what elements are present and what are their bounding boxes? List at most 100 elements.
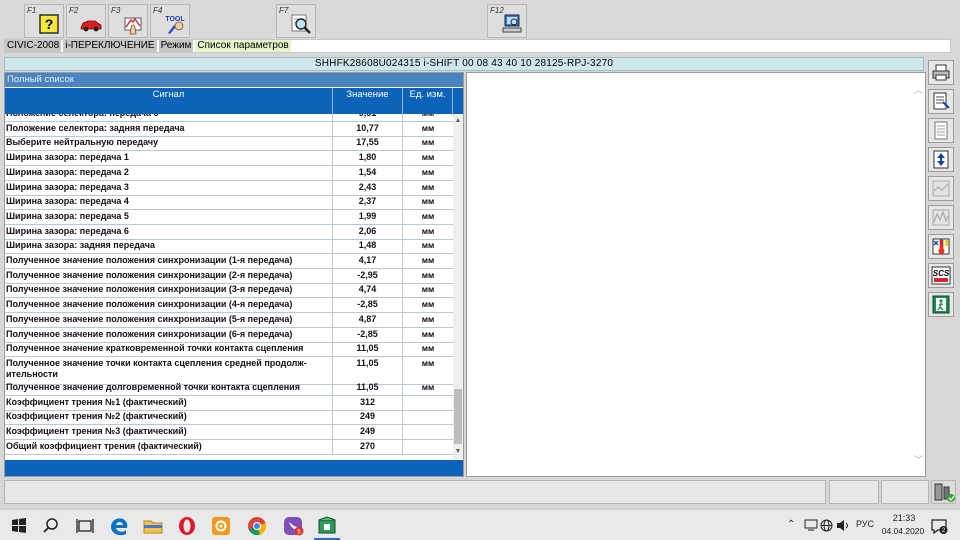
table-row[interactable]: Ширина зазора: передача 2 1,54 мм — [5, 165, 453, 181]
car-icon — [80, 20, 102, 32]
table-row[interactable]: Общий коэффициент трения (фактический) 27… — [5, 439, 453, 455]
chrome-icon[interactable] — [246, 515, 268, 537]
windows-start-icon[interactable] — [8, 515, 30, 537]
breadcrumb-model[interactable]: CIVIC-2008 — [5, 40, 62, 52]
f2-label: F2 — [69, 6, 79, 15]
table-row[interactable]: Ширина зазора: передача 1 1,80 мм — [5, 151, 453, 167]
clock-date[interactable]: 04.04.2020 — [880, 526, 926, 540]
column-header-value[interactable]: Значение — [333, 88, 403, 114]
table-row[interactable]: Выберите нейтральную передачу 17,55 мм — [5, 136, 453, 152]
column-header-signal[interactable]: Сигнал — [5, 88, 333, 114]
column-header-unit[interactable]: Ед. изм. — [403, 88, 453, 114]
table-row[interactable]: Коэффициент трения №3 (фактический) 249 — [5, 425, 453, 440]
table-row[interactable]: Коэффициент трения №1 (фактический) 312 — [5, 395, 453, 411]
scroll-down-arrow-icon[interactable]: ▼ — [453, 447, 463, 457]
f7-search-button[interactable]: F7 — [276, 4, 316, 38]
table-row[interactable]: Полученное значение положения синхрониза… — [5, 327, 453, 343]
print-button[interactable] — [928, 60, 954, 85]
connection-status-icon — [934, 483, 955, 502]
task-view-icon[interactable] — [74, 515, 96, 537]
value-cell: 4,17 — [333, 254, 403, 268]
scs-label: SCS — [933, 269, 950, 278]
chevron-down-icon[interactable]: ﹀ — [914, 453, 923, 466]
connection-status[interactable] — [931, 480, 956, 504]
status-bar — [4, 480, 956, 504]
table-row[interactable]: Полученное значение положения синхрониза… — [5, 312, 453, 328]
side-toolbar: SCS — [926, 58, 956, 478]
scs-button[interactable]: SCS — [928, 263, 954, 288]
table-row[interactable]: Ширина зазора: передача 5 1,99 мм — [5, 209, 453, 225]
f1-help-button[interactable]: F1 ? — [24, 4, 64, 38]
value-cell: 11,05 — [333, 380, 403, 395]
breadcrumb-mode[interactable]: Режим — [158, 40, 194, 52]
value-cell: -2,85 — [333, 298, 403, 313]
viber-icon[interactable]: 5 — [282, 515, 304, 537]
f4-tool-button[interactable]: F4 TOOL — [150, 4, 190, 38]
signal-name-cell: Положение селектора: передача 6 — [5, 114, 333, 121]
status-field-main — [4, 480, 826, 504]
table-row[interactable]: Полученное значение долговременной точки… — [5, 380, 453, 396]
exit-icon — [932, 295, 950, 314]
file-explorer-icon[interactable] — [142, 515, 164, 537]
network-icon[interactable] — [804, 519, 818, 531]
breadcrumb-current: Список параметров — [195, 40, 291, 52]
f12-button[interactable]: F12 — [487, 4, 527, 38]
graph-panel-scrollbar[interactable]: ︿ ﹀ — [913, 73, 925, 476]
graph-icon — [932, 180, 950, 197]
vertical-scrollbar[interactable]: ▲ ▼ — [453, 114, 463, 459]
unit-cell: мм — [421, 269, 435, 280]
report-button[interactable] — [928, 89, 954, 114]
signal-name-cell: Полученное значение положения синхрониза… — [5, 283, 333, 298]
table-row[interactable]: Полученное значение положения синхрониза… — [5, 268, 453, 284]
unit-cell: мм — [421, 284, 435, 295]
document-button[interactable] — [928, 118, 954, 143]
table-row[interactable]: Коэффициент трения №2 (фактический) 249 — [5, 410, 453, 426]
value-cell: 4,87 — [333, 312, 403, 327]
globe-icon[interactable] — [820, 519, 833, 532]
f2-vehicle-button[interactable]: F2 — [66, 4, 106, 38]
signal-name-cell: Ширина зазора: передача 6 — [5, 224, 333, 239]
temperature-button[interactable] — [928, 234, 954, 259]
table-row[interactable]: Ширина зазора: передача 6 2,06 мм — [5, 224, 453, 240]
graph-disabled-button[interactable] — [928, 205, 954, 230]
table-row[interactable]: Положение селектора: задняя передача 10,7… — [5, 121, 453, 137]
language-indicator[interactable]: РУС — [856, 519, 874, 540]
settings-app-icon[interactable] — [210, 515, 232, 537]
exit-button[interactable] — [928, 292, 954, 317]
unit-cell: мм — [421, 166, 435, 177]
volume-icon[interactable] — [836, 519, 850, 532]
notifications-icon[interactable]: 2 — [930, 517, 948, 535]
table-row[interactable]: Полученное значение положения синхрониза… — [5, 254, 453, 269]
table-row[interactable]: Полученное значение кратковременной точк… — [5, 342, 453, 358]
table-row[interactable]: Полученное значение положения синхрониза… — [5, 283, 453, 299]
table-row[interactable]: Ширина зазора: передача 3 2,43 мм — [5, 180, 453, 196]
scrollbar-thumb[interactable] — [454, 389, 462, 444]
sort-button[interactable] — [928, 147, 954, 172]
signal-name-cell: Положение селектора: задняя передача — [5, 121, 333, 136]
chevron-up-icon[interactable]: ︿ — [914, 83, 923, 96]
value-cell: 270 — [333, 439, 403, 454]
value-cell: 2,06 — [333, 224, 403, 239]
diagnostic-app-icon[interactable] — [316, 515, 338, 537]
breadcrumb-system[interactable]: i-ПЕРЕКЛЮЧЕНИЕ — [63, 40, 157, 52]
opera-icon[interactable] — [176, 515, 198, 537]
edge-browser-icon[interactable] — [108, 515, 130, 537]
scroll-up-arrow-icon[interactable]: ▲ — [453, 116, 463, 126]
unit-cell — [403, 425, 453, 439]
value-cell: 2,43 — [333, 180, 403, 195]
signal-name-cell: Полученное значение положения синхрониза… — [5, 312, 333, 327]
search-icon[interactable] — [40, 515, 62, 537]
tray-chevron-icon[interactable]: ⌃ — [787, 519, 795, 540]
unit-cell: мм — [421, 343, 435, 354]
table-row[interactable]: Ширина зазора: передача 4 2,37 мм — [5, 195, 453, 211]
graph-button[interactable] — [928, 176, 954, 201]
unit-cell: мм — [421, 240, 435, 251]
signal-name-cell: Коэффициент трения №2 (фактический) — [5, 410, 333, 425]
f3-button[interactable]: F3 — [108, 4, 148, 38]
unit-cell: мм — [421, 152, 435, 163]
signal-name-cell: Полученное значение положения синхрониза… — [5, 298, 333, 313]
table-row[interactable]: Ширина зазора: задняя передача 1,48 мм — [5, 239, 453, 255]
value-cell: 11,05 — [333, 342, 403, 357]
table-row[interactable]: Полученное значение положения синхрониза… — [5, 298, 453, 314]
unit-cell: мм — [421, 225, 435, 236]
